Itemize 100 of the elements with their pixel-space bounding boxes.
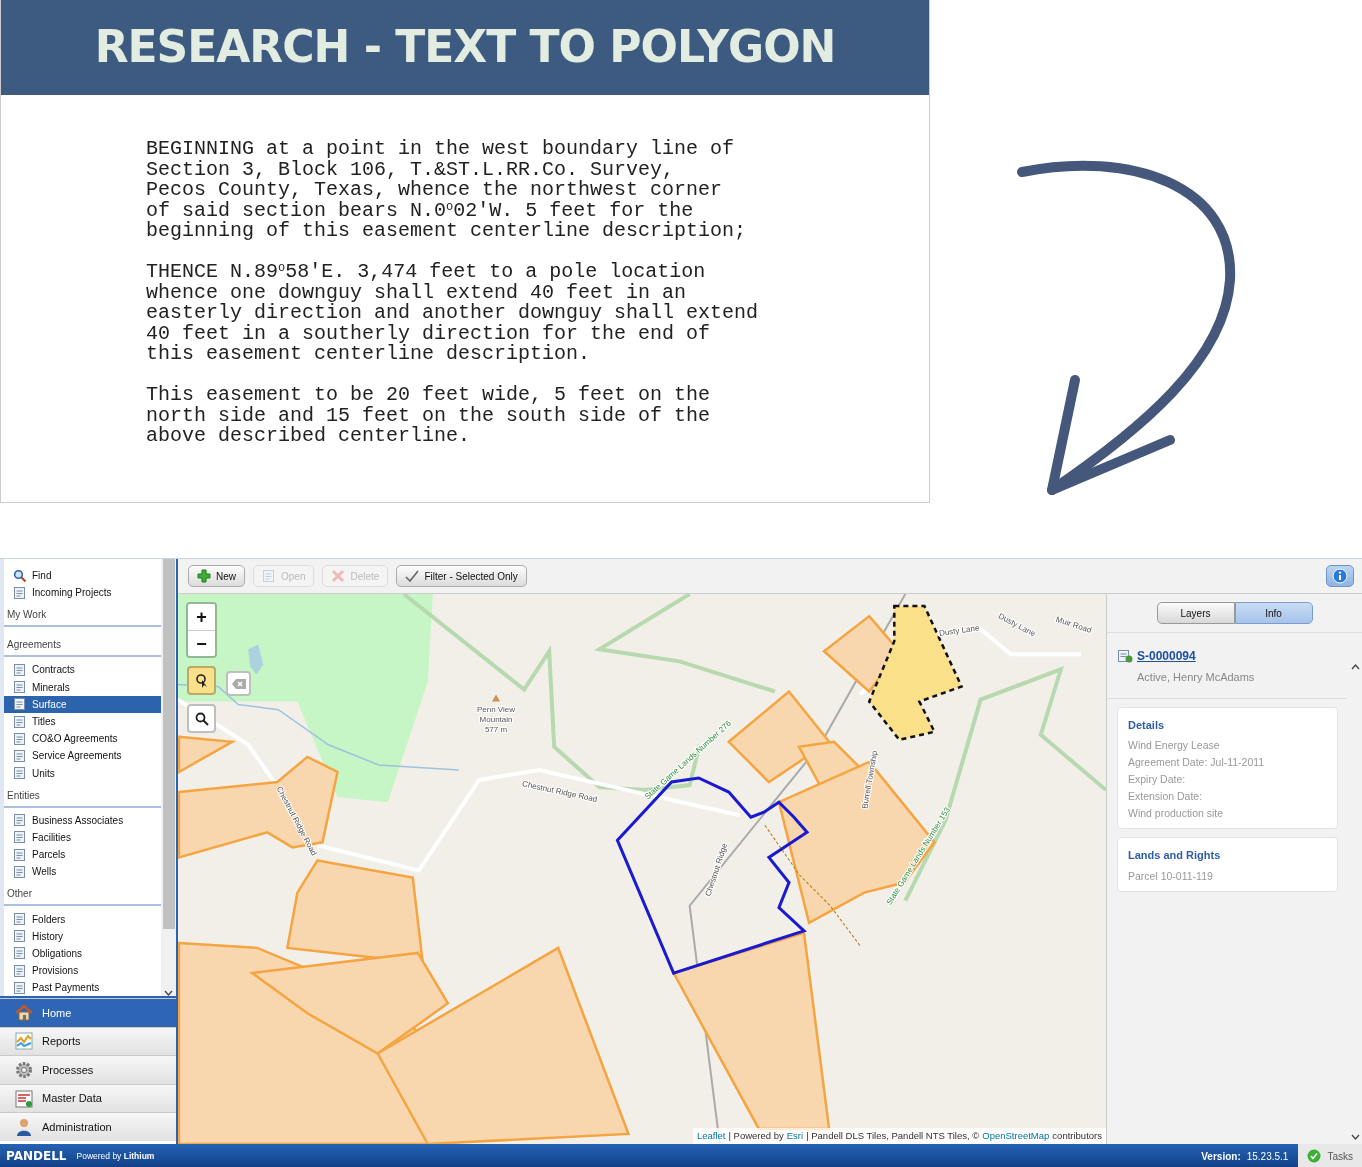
map-label: Penn View bbox=[476, 704, 516, 714]
attribution-link[interactable]: Leaflet bbox=[696, 1128, 726, 1143]
document-icon bbox=[13, 731, 27, 746]
sidebar-item[interactable]: Contracts bbox=[4, 661, 161, 679]
sidebar-item[interactable]: Wells bbox=[4, 863, 161, 881]
document-icon bbox=[13, 864, 27, 879]
version-number: 15.23.5.1 bbox=[1246, 1149, 1289, 1164]
sidebar-item[interactable]: Business Associates bbox=[4, 811, 161, 829]
pointer-icon bbox=[194, 672, 209, 689]
sidebar-item[interactable]: Past Payments bbox=[4, 979, 161, 996]
chart-icon bbox=[14, 1031, 34, 1052]
card-text: Wind production site bbox=[1128, 806, 1225, 821]
card-title: Lands and Rights bbox=[1128, 848, 1222, 863]
sidebar-item[interactable]: Titles bbox=[4, 712, 161, 731]
sidebar-item[interactable]: Provisions bbox=[4, 962, 161, 980]
paragraph: THENCE N.89$^{o}$58'E. 3,474 feet to a pole location whence one downguy shall extend 40 feet in an easterly direction and another downguy shall extend 40 feet in a southerly direction for the end of this easement centerline description. bbox=[146, 261, 760, 365]
sidebar-item[interactable]: Incoming Projects bbox=[4, 584, 161, 602]
lake bbox=[248, 644, 264, 675]
search-button[interactable] bbox=[187, 704, 216, 733]
sidebar-item[interactable]: Service Agreements bbox=[4, 747, 161, 765]
sidebar-item[interactable]: Minerals bbox=[4, 678, 161, 696]
document-icon bbox=[13, 929, 27, 944]
document-icon bbox=[13, 946, 27, 961]
toolbar-button[interactable]: Filter - Selected Only bbox=[396, 565, 527, 587]
nav-button[interactable]: Processes bbox=[0, 1055, 176, 1084]
attribution-link[interactable]: OpenStreetMap bbox=[982, 1128, 1050, 1143]
x-icon bbox=[331, 569, 346, 583]
panel-tab[interactable]: Layers bbox=[1156, 602, 1235, 624]
paragraph: This easement to be 20 feet wide, 5 feet on the north side and 15 feet on the south side of the above described centerline. bbox=[146, 384, 712, 447]
sidebar-item[interactable]: Surface bbox=[4, 695, 161, 713]
card-text: Parcel 10-011-119 bbox=[1128, 868, 1214, 884]
card-text: Expiry Date: bbox=[1128, 772, 1187, 787]
person-icon bbox=[14, 1117, 34, 1138]
map-label: Muir Road bbox=[1054, 614, 1093, 635]
sidebar-item[interactable]: History bbox=[4, 927, 161, 945]
document-icon bbox=[13, 714, 27, 729]
sidebar-item[interactable]: Facilities bbox=[4, 828, 161, 847]
select-tool-button[interactable] bbox=[187, 666, 216, 695]
nav-button[interactable]: Administration bbox=[0, 1112, 176, 1141]
nav-button[interactable]: Master Data bbox=[0, 1083, 176, 1113]
scrollbar[interactable] bbox=[161, 559, 176, 996]
sidebar-item[interactable]: Units bbox=[4, 764, 161, 782]
chevron-down-icon[interactable] bbox=[1351, 1134, 1360, 1140]
map-label: Dusty Lane bbox=[938, 623, 980, 638]
document-icon bbox=[13, 697, 27, 712]
card-text: Extension Date: bbox=[1128, 789, 1204, 804]
document-icon bbox=[13, 830, 27, 845]
card-text: Wind Energy Lease bbox=[1128, 738, 1221, 753]
attribution-text: | Pandell DLS Tiles, Pandell NTS Tiles, © bbox=[806, 1128, 980, 1143]
document-icon bbox=[13, 680, 27, 695]
tasks-button[interactable]: Tasks bbox=[1298, 1144, 1362, 1167]
chevron-down-icon[interactable] bbox=[164, 990, 173, 996]
sidebar-item[interactable]: Folders bbox=[4, 910, 161, 928]
checkmark-icon bbox=[405, 569, 420, 583]
slide-title: RESEARCH - TEXT TO POLYGON bbox=[94, 21, 836, 74]
card-text: Agreement Date: Jul-11-2011 bbox=[1128, 755, 1266, 770]
peak-icon bbox=[492, 694, 501, 702]
version-label: Version: bbox=[1201, 1149, 1241, 1164]
attribution-text: | Powered by bbox=[728, 1128, 784, 1143]
form-icon bbox=[14, 1088, 34, 1109]
plus-icon bbox=[197, 569, 211, 583]
record-status: Active, Henry McAdams bbox=[1136, 670, 1256, 685]
nav-button[interactable]: Home bbox=[0, 998, 176, 1027]
powered-by-text: Powered by Lithium bbox=[76, 1149, 155, 1163]
record-link[interactable]: S-0000094 bbox=[1137, 647, 1196, 665]
nav-button[interactable]: Reports bbox=[0, 1026, 176, 1056]
attribution-link[interactable]: Esri bbox=[786, 1128, 804, 1143]
gear-icon bbox=[14, 1060, 34, 1080]
card-title: Details bbox=[1128, 717, 1166, 733]
info-button[interactable] bbox=[1326, 565, 1354, 587]
document-icon bbox=[13, 847, 27, 862]
sidebar-item[interactable]: Parcels bbox=[4, 846, 161, 864]
search-icon bbox=[194, 711, 209, 726]
document-icon bbox=[13, 912, 27, 927]
document-icon bbox=[13, 585, 27, 600]
document-icon bbox=[13, 980, 27, 995]
document-icon bbox=[13, 963, 27, 978]
attribution-text: contributors bbox=[1052, 1128, 1102, 1143]
map-label: Chestnut Ridge Road bbox=[521, 779, 599, 805]
info-icon bbox=[1332, 568, 1348, 584]
house-icon bbox=[14, 1002, 34, 1023]
document-icon bbox=[13, 662, 27, 677]
paragraph: BEGINNING at a point in the west boundary line of Section 3, Block 106, T.&ST.L.RR.Co. Survey, Pecos County, Texas, whence the northwest corner of said section bears N.0$^{o}$02'W. 5 feet for the beginning of this easement centerline description; bbox=[146, 139, 748, 242]
document-icon bbox=[13, 813, 27, 828]
chevron-up-icon[interactable] bbox=[1351, 664, 1360, 670]
document-icon bbox=[13, 748, 27, 763]
sidebar-item[interactable]: CO&O Agreements bbox=[4, 730, 161, 748]
map-label: Mountain bbox=[479, 714, 513, 724]
toolbar-button[interactable]: New bbox=[188, 565, 245, 587]
map-label: Burrell Township bbox=[860, 749, 880, 810]
document-icon bbox=[1117, 649, 1133, 663]
panel-tab[interactable]: Info bbox=[1234, 602, 1313, 624]
map-label: 577 m bbox=[484, 724, 508, 734]
brand-logo: PANDELL bbox=[6, 1148, 67, 1165]
zoom-in-button[interactable]: + bbox=[188, 604, 215, 630]
zoom-out-button[interactable]: − bbox=[188, 630, 215, 656]
sidebar-item[interactable]: Find bbox=[4, 567, 161, 585]
sidebar-item[interactable]: Obligations bbox=[4, 944, 161, 962]
document-icon bbox=[262, 569, 276, 583]
backspace-icon bbox=[230, 677, 247, 690]
